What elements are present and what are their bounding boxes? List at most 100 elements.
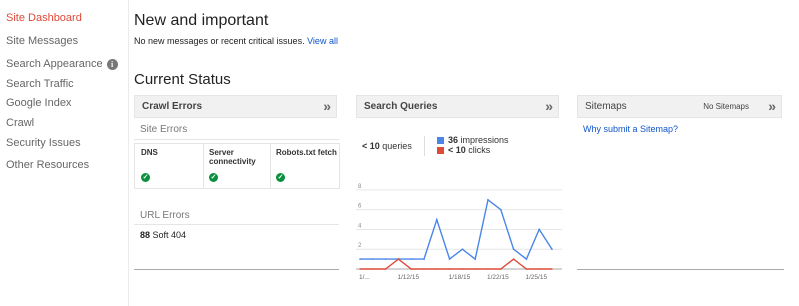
clicks-point [384,268,387,270]
sidebar-item-google-index[interactable]: Google Index [6,97,71,109]
clicks-point [359,268,361,270]
divider [424,136,425,156]
sidebar: Site Dashboard Site Messages Search Appe… [0,0,129,306]
sidebar-item-label: Search Appearance [6,58,103,70]
view-all-link[interactable]: View all [307,36,338,46]
dns-label: DNS [141,148,158,157]
check-icon: ✓ [209,173,218,182]
clicks-point [512,258,515,260]
sidebar-item-search-appearance[interactable]: Search Appearance i [6,58,118,70]
impressions-point [512,248,515,251]
server-connectivity-label: Server connectivity [209,148,256,166]
messages-status-text: No new messages or recent critical issue… [134,36,305,46]
x-tick-label: 1/... [359,274,370,281]
sidebar-item-search-traffic[interactable]: Search Traffic [6,78,74,90]
impressions-value: 36 [448,135,459,145]
queries-count: < 10 queries [362,141,412,151]
messages-text: No new messages or recent critical issue… [134,36,338,46]
impressions-label: impressions [460,135,509,145]
clicks-point [525,268,528,270]
clicks-point [538,268,540,270]
sidebar-item-other-resources[interactable]: Other Resources [6,159,89,171]
x-tick-label: 1/22/15 [487,274,509,281]
messages-title: New and important [134,12,269,29]
impressions-point [384,258,387,260]
search-queries-title: Search Queries [364,101,438,112]
impressions-point [487,198,489,201]
divider [134,139,339,140]
x-tick-label: 1/12/15 [397,274,419,281]
divider [134,224,339,225]
clicks-value: < 10 [448,145,466,155]
impressions-point [448,258,451,260]
impressions-point [461,248,464,251]
clicks-point [474,268,476,270]
queries-label: queries [382,141,412,151]
y-tick-label: 4 [358,223,362,229]
check-icon: ✓ [276,173,285,182]
url-errors-label: URL Errors [140,210,190,221]
clicks-point [500,268,502,270]
clicks-legend: < 10 clicks [437,145,490,155]
crawl-errors-title: Crawl Errors [142,101,203,112]
sitemaps-card: Sitemaps No Sitemaps » [577,95,782,118]
crawl-errors-header[interactable]: Crawl Errors » [134,95,337,118]
soft-404-label: Soft 404 [152,230,187,240]
expand-chevron-icon[interactable]: » [768,96,776,117]
soft-404-summary[interactable]: 88 Soft 404 [140,230,186,240]
clicks-swatch [437,147,444,154]
soft-404-count: 88 [140,230,151,240]
info-icon[interactable]: i [106,59,118,70]
sitemaps-header[interactable]: Sitemaps No Sitemaps » [577,95,782,118]
y-tick-label: 2 [358,243,362,249]
search-queries-card: Search Queries » [356,95,559,118]
server-connectivity-cell[interactable]: Server connectivity ✓ [203,144,271,188]
clicks-point [410,268,412,270]
card-bottom-rule [134,269,339,270]
current-status-title: Current Status [134,71,231,88]
clicks-point [551,268,553,270]
site-errors-label: Site Errors [140,124,188,135]
sidebar-item-site-messages[interactable]: Site Messages [6,35,78,47]
search-queries-header[interactable]: Search Queries » [356,95,559,118]
impressions-point [436,218,438,221]
impressions-swatch [437,137,444,144]
robots-fetch-cell[interactable]: Robots.txt fetch ✓ [270,144,339,188]
clicks-point [461,268,464,270]
impressions-point [538,228,540,231]
sidebar-item-site-dashboard[interactable]: Site Dashboard [6,12,82,24]
impressions-point [410,258,412,260]
x-tick-label: 1/25/15 [525,274,547,281]
x-tick-label: 1/18/15 [449,274,471,281]
impressions-point [423,258,425,260]
clicks-point [448,268,451,270]
impressions-point [359,258,361,260]
dns-cell[interactable]: DNS ✓ [135,144,204,188]
expand-chevron-icon[interactable]: » [323,96,331,117]
clicks-label: clicks [468,145,491,155]
crawl-errors-card: Crawl Errors » [134,95,337,118]
site-errors-table: DNS ✓ Server connectivity ✓ Robots.txt f… [134,143,340,189]
impressions-point [500,208,502,211]
impressions-legend: 36 impressions [437,135,509,145]
sidebar-item-security-issues[interactable]: Security Issues [6,137,81,149]
y-tick-label: 8 [358,184,362,190]
clicks-point [372,268,374,270]
clicks-point [487,268,489,270]
robots-fetch-label: Robots.txt fetch [276,148,337,157]
clicks-point [397,258,400,260]
impressions-point [525,258,528,260]
clicks-line [360,258,552,270]
clicks-point [436,268,438,270]
check-icon: ✓ [141,173,150,182]
no-sitemaps-label: No Sitemaps [703,102,749,111]
expand-chevron-icon[interactable]: » [545,96,553,117]
queries-value: < 10 [362,141,380,151]
sidebar-item-crawl[interactable]: Crawl [6,117,34,129]
impressions-point [474,258,476,260]
sitemaps-title: Sitemaps [585,101,627,112]
why-submit-sitemap-link[interactable]: Why submit a Sitemap? [583,124,678,134]
impressions-point [551,248,553,251]
impressions-point [372,258,374,260]
y-tick-label: 6 [358,204,362,210]
